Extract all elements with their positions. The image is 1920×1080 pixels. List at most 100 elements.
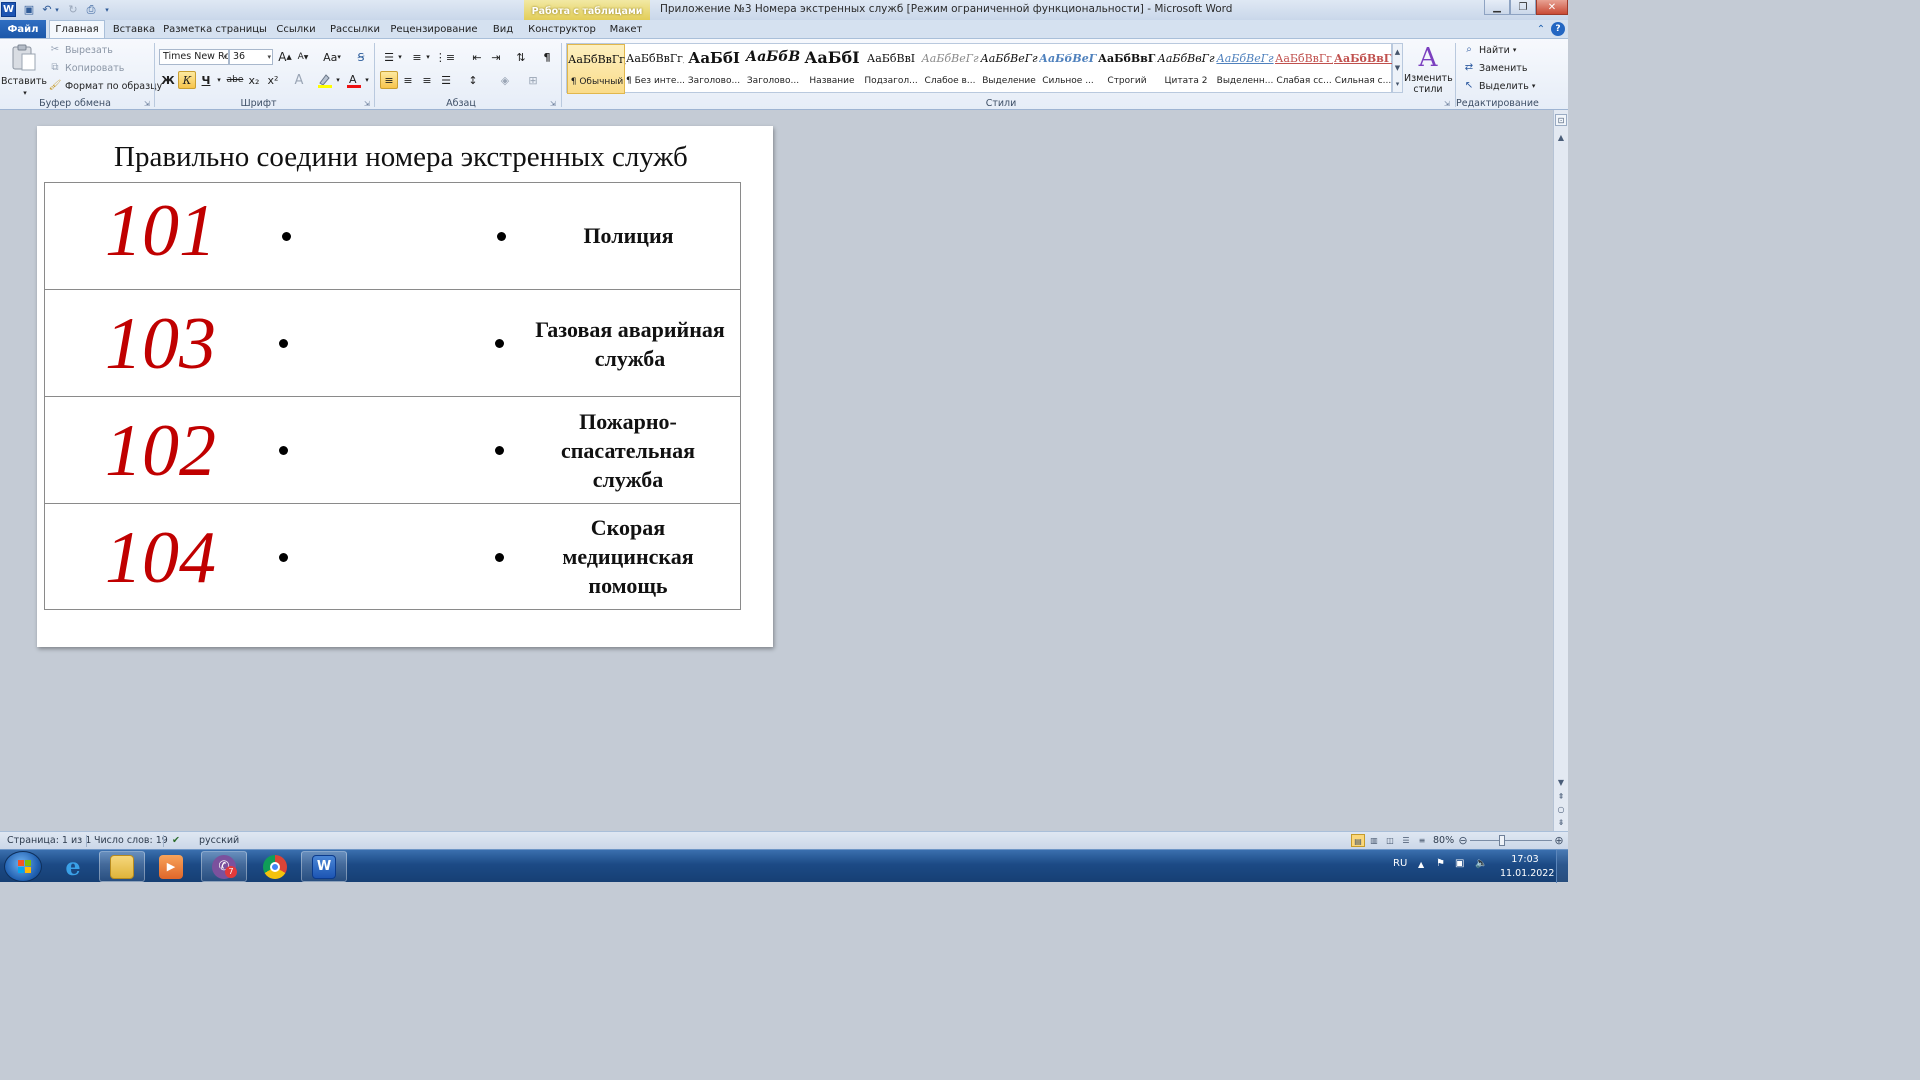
change-case-button[interactable]: Aa ▾ [320,48,344,66]
bullets-dropdown-icon[interactable]: ▾ [396,48,404,66]
taskbar-explorer[interactable] [99,851,145,882]
word-app-icon[interactable]: W [1,2,16,17]
shrink-font-button[interactable]: A ▼ [294,48,312,66]
print-preview-icon[interactable]: ⎙ [84,2,98,17]
minimize-button[interactable]: ▁ [1484,0,1510,15]
clock-date[interactable]: 11.01.2022 [1500,868,1554,879]
justify-icon[interactable]: ☰ [437,71,455,89]
highlight-icon[interactable] [316,71,334,89]
copy-button[interactable]: ⧉ Копировать [48,60,124,76]
undo-icon[interactable]: ↶ [40,2,54,17]
taskbar-word[interactable]: W [301,851,347,882]
select-browse-object-icon[interactable]: ○ [1555,804,1567,816]
align-center-icon[interactable]: ≡ [399,71,417,89]
clipboard-launcher-icon[interactable]: ⇲ [144,100,152,108]
close-button[interactable]: ✕ [1536,0,1568,15]
table-row[interactable]: 101 Полиция [45,183,740,290]
increase-indent-icon[interactable]: ⇥ [487,48,505,66]
bold-button[interactable]: Ж [159,71,177,89]
style-heading-2[interactable]: АаБбВ Заголово... [744,44,802,94]
volume-icon[interactable]: 🔈 [1475,858,1487,869]
change-styles-button[interactable]: Изменить стили [1404,73,1453,95]
scroll-up-icon[interactable]: ▲ [1555,132,1567,144]
show-formatting-button[interactable]: ¶ [538,48,556,66]
table-row[interactable]: 102 Пожарно- спасательная служба [45,397,740,504]
cut-button[interactable]: ✂ Вырезать [48,42,113,58]
tab-home[interactable]: Главная [49,20,105,38]
align-left-icon[interactable]: ≡ [380,71,398,89]
style-intense-emphasis[interactable]: АаБбВеГг Сильное ... [1039,44,1097,94]
action-center-flag-icon[interactable]: ⚑ [1436,858,1445,869]
taskbar-chrome[interactable] [252,851,298,882]
tab-table-layout[interactable]: Макет [606,20,646,38]
styles-gallery-scroll[interactable]: ▲ ▼ ▾ [1392,43,1403,93]
tab-table-design[interactable]: Конструктор [528,20,596,38]
previous-page-icon[interactable]: ⇞ [1555,791,1567,803]
scroll-down-icon[interactable]: ▼ [1555,777,1567,789]
emergency-number[interactable]: 101 [105,194,216,268]
format-painter-button[interactable]: 🖌 Формат по образцу [48,78,163,94]
proofing-icon[interactable]: ✔ [172,835,180,846]
table-row[interactable]: 104 Скорая медицинская помощь [45,504,740,609]
ruler-toggle-icon[interactable]: ⊡ [1555,114,1567,126]
tab-references[interactable]: Ссылки [276,20,316,38]
service-name[interactable]: Пожарно- спасательная служба [545,407,711,494]
underline-dropdown-icon[interactable]: ▾ [214,71,224,89]
strikethrough-button[interactable]: abe [226,71,244,89]
start-button[interactable] [4,851,42,882]
restore-button[interactable]: ❐ [1510,0,1536,15]
document-page[interactable]: Правильно соедини номера экстренных служ… [37,126,773,647]
style-intense-quote[interactable]: АаБбВеГг Выделенн... [1216,44,1274,94]
font-launcher-icon[interactable]: ⇲ [364,100,372,108]
word-count[interactable]: Число слов: 19 [94,835,168,846]
styles-launcher-icon[interactable]: ⇲ [1444,100,1452,108]
emergency-number[interactable]: 103 [105,307,216,381]
align-right-icon[interactable]: ≡ [418,71,436,89]
customize-quick-access-icon[interactable]: ▾ [103,2,111,17]
zoom-slider-thumb[interactable] [1498,835,1505,846]
borders-icon[interactable]: ⊞ [524,71,542,89]
service-name[interactable]: Скорая медицинская помощь [545,513,711,600]
highlight-dropdown-icon[interactable]: ▾ [333,71,343,89]
chevron-up-icon[interactable]: ▲ [1395,48,1400,56]
superscript-button[interactable]: x² [264,71,282,89]
document-heading[interactable]: Правильно соедини номера экстренных служ… [37,141,773,174]
style-subtle-reference[interactable]: АаБбВвГг, Слабая сс... [1275,44,1333,94]
tab-page-layout[interactable]: Разметка страницы [163,20,267,38]
font-size-select[interactable]: 36 ▾ [229,49,273,65]
text-effects-icon[interactable]: A [290,71,308,89]
show-desktop-button[interactable] [1556,850,1568,883]
save-icon[interactable]: ▣ [22,2,36,17]
tab-file[interactable]: Файл [0,20,46,38]
shading-icon[interactable]: ◈ [496,71,514,89]
sort-icon[interactable]: ⇅ [512,48,530,66]
page-count[interactable]: Страница: 1 из 1 [7,835,91,846]
style-intense-reference[interactable]: АаБбВвГг, Сильная с... [1334,44,1392,94]
style-subtle-emphasis[interactable]: АаБбВеГг Слабое в... [921,44,979,94]
style-title[interactable]: АаБбI Название [803,44,861,94]
outline-view-icon[interactable]: ☰ [1399,834,1413,847]
font-color-dropdown-icon[interactable]: ▾ [362,71,372,89]
collapse-ribbon-icon[interactable]: ⌃ [1534,22,1548,36]
font-name-select[interactable]: Times New Rc ▾ [159,49,229,65]
zoom-slider-track[interactable] [1470,840,1552,841]
full-screen-reading-icon[interactable]: ▥ [1367,834,1381,847]
emergency-number[interactable]: 104 [105,521,216,595]
taskbar-media-player[interactable]: ▶ [148,851,194,882]
style-quote[interactable]: АаБбВвГг Цитата 2 [1157,44,1215,94]
zoom-level[interactable]: 80% [1433,835,1454,846]
clock-time[interactable]: 17:03 [1500,854,1550,865]
chevron-down-icon[interactable]: ▼ [1395,64,1400,72]
paste-icon[interactable] [10,43,38,73]
zoom-in-icon[interactable]: ⊕ [1552,834,1566,847]
service-name[interactable]: Полиция [531,221,726,250]
tab-view[interactable]: Вид [488,20,518,38]
subscript-button[interactable]: x₂ [245,71,263,89]
multilevel-list-icon[interactable]: ⋮≡ [435,48,455,66]
line-spacing-icon[interactable]: ↕ [464,71,482,89]
style-no-spacing[interactable]: АаБбВвГг, ¶ Без инте... [626,44,684,94]
italic-button[interactable]: К [178,71,196,89]
service-name[interactable]: Газовая аварийная служба [525,315,735,373]
select-button[interactable]: ↖ Выделить ▾ [1462,78,1536,94]
show-hidden-icons-icon[interactable]: ▲ [1418,860,1424,869]
